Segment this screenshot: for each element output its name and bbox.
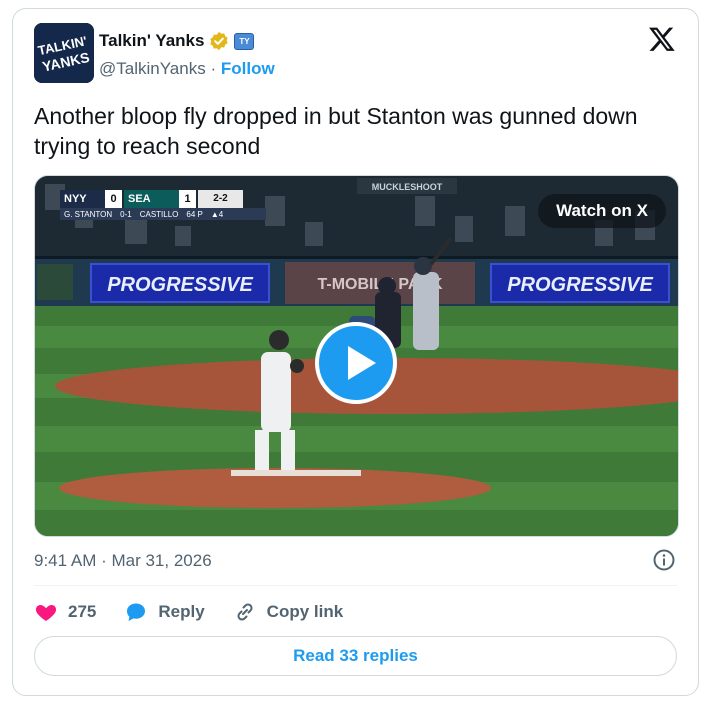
read-replies-button[interactable]: Read 33 replies xyxy=(34,636,677,676)
video-player[interactable]: MUCKLESHOOT PROGRESSIVE T-MOBILE PARK PR… xyxy=(34,175,679,537)
x-logo-icon[interactable] xyxy=(648,25,676,53)
like-button[interactable]: 275 xyxy=(34,600,96,624)
copy-link-button[interactable]: Copy link xyxy=(233,600,344,624)
home-score: 1 xyxy=(179,190,196,208)
ad-right: PROGRESSIVE xyxy=(507,274,653,296)
watch-on-x-button[interactable]: Watch on X xyxy=(538,194,666,228)
link-icon xyxy=(237,603,253,621)
tweet-card: TALKIN' YANKS Talkin' Yanks TY @TalkinYa… xyxy=(12,8,699,696)
copy-link-label: Copy link xyxy=(266,602,344,621)
away-score: 0 xyxy=(105,190,122,208)
action-bar: 275 Reply Copy link xyxy=(34,597,371,627)
reply-button[interactable]: Reply xyxy=(124,600,205,624)
divider xyxy=(34,585,677,586)
reply-bubble-icon xyxy=(127,603,146,621)
scorebug: NYY 0 SEA 1 2-2 G. STANTON 0-1 CASTILLO … xyxy=(60,190,266,220)
verified-badge-icon xyxy=(210,31,229,51)
batter-line: 0-1 xyxy=(120,209,132,219)
pitcher-name: CASTILLO xyxy=(139,209,179,219)
like-count: 275 xyxy=(68,602,97,621)
scorebug-sub-row: G. STANTON 0-1 CASTILLO 64 P ▲4 xyxy=(60,208,266,220)
batter-name: G. STANTON xyxy=(64,209,113,219)
author-avatar[interactable]: TALKIN' YANKS xyxy=(34,23,94,83)
inning-indicator: ▲4 xyxy=(210,209,224,219)
reply-label: Reply xyxy=(158,602,205,621)
away-team: NYY xyxy=(60,190,105,208)
home-team: SEA xyxy=(124,190,179,208)
pitch-count: 64 P xyxy=(186,209,203,219)
author-handle[interactable]: @TalkinYanks xyxy=(99,59,206,78)
handle-row: @TalkinYanks · Follow xyxy=(99,59,275,79)
follow-button[interactable]: Follow xyxy=(221,59,275,78)
ball-strike-count: 2-2 xyxy=(198,190,243,208)
scorebug-main-row: NYY 0 SEA 1 2-2 xyxy=(60,190,243,208)
info-icon[interactable] xyxy=(652,548,676,572)
affiliate-badge-icon: TY xyxy=(234,32,255,50)
heart-icon xyxy=(35,605,57,621)
stand-sign: MUCKLESHOOT xyxy=(372,182,443,192)
ad-left: PROGRESSIVE xyxy=(107,274,253,296)
handle-separator: · xyxy=(210,59,217,78)
author-name-row: Talkin' Yanks TY xyxy=(99,31,255,51)
talkin-yanks-logo: TALKIN' YANKS xyxy=(34,23,94,83)
author-name[interactable]: Talkin' Yanks xyxy=(99,31,204,51)
play-icon[interactable] xyxy=(315,322,397,404)
tweet-timestamp[interactable]: 9:41 AM · Mar 31, 2026 xyxy=(34,551,212,571)
tweet-text: Another bloop fly dropped in but Stanton… xyxy=(34,103,638,159)
